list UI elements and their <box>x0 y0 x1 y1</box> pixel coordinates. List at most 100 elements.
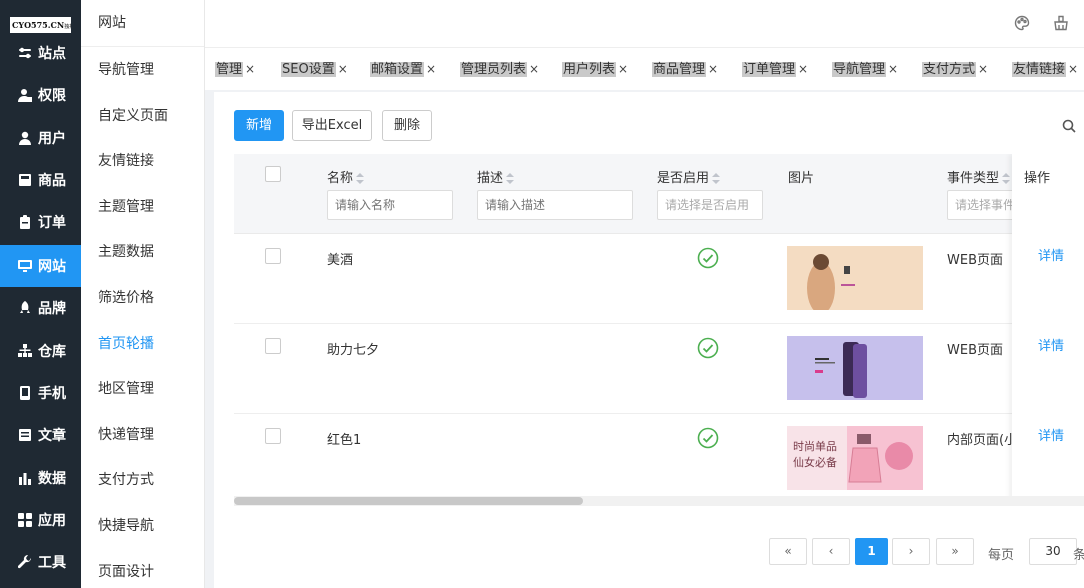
close-icon[interactable]: × <box>798 62 808 76</box>
select-all-checkbox[interactable] <box>265 166 281 182</box>
sidebar-item-user[interactable]: 用户 <box>0 117 81 159</box>
tab-seo[interactable]: SEO设置 × <box>281 60 348 78</box>
next-page-button[interactable]: › <box>892 538 930 565</box>
name-filter-input[interactable] <box>327 190 453 220</box>
tab-admins[interactable]: 管理员列表 × <box>460 60 539 78</box>
submenu-item-carousel[interactable]: 首页轮播 <box>81 322 204 366</box>
phone-banner-image[interactable] <box>787 336 923 400</box>
sidebar-item-order[interactable]: 订单 <box>0 201 81 243</box>
close-icon[interactable]: × <box>529 62 539 76</box>
topbar <box>205 0 1084 48</box>
row-checkbox[interactable] <box>265 248 281 264</box>
sort-icon[interactable] <box>712 172 721 185</box>
sidebar-item-label: 仓库 <box>38 344 66 360</box>
sidebar-item-goods[interactable]: 商品 <box>0 159 81 201</box>
wine-banner-image[interactable] <box>787 246 923 310</box>
page-1-button[interactable]: 1 <box>855 538 888 565</box>
tab-payment[interactable]: 支付方式 × <box>922 60 988 78</box>
logo-text: CYO575.CN <box>12 20 65 30</box>
sitemap-icon <box>18 344 32 358</box>
close-icon[interactable]: × <box>245 62 255 76</box>
logo[interactable]: CYO575.CN独推 <box>10 17 71 33</box>
clean-icon[interactable] <box>1053 15 1069 31</box>
tab-label: 导航管理 <box>832 62 887 77</box>
tab-goods[interactable]: 商品管理 × <box>652 60 718 78</box>
close-icon[interactable]: × <box>978 62 988 76</box>
delete-button[interactable]: 删除 <box>382 110 432 141</box>
last-page-button[interactable]: » <box>936 538 974 565</box>
horizontal-scrollbar[interactable] <box>234 496 1084 506</box>
sidebar-item-apps[interactable]: 应用 <box>0 499 81 541</box>
tab-links[interactable]: 友情链接 × <box>1012 60 1078 78</box>
palette-icon[interactable] <box>1014 15 1030 31</box>
sidebar-item-article[interactable]: 文章 <box>0 414 81 456</box>
check-circle-icon <box>697 247 719 269</box>
prev-page-button[interactable]: ‹ <box>812 538 850 565</box>
sort-icon[interactable] <box>1002 172 1011 185</box>
sidebar-item-tools[interactable]: 工具 <box>0 541 81 583</box>
submenu-item-quick-nav[interactable]: 快捷导航 <box>81 504 204 548</box>
tab-manage[interactable]: 管理 × <box>215 60 255 78</box>
sidebar-item-data[interactable]: 数据 <box>0 457 81 499</box>
add-button[interactable]: 新增 <box>234 110 284 141</box>
tab-email[interactable]: 邮箱设置 × <box>370 60 436 78</box>
close-icon[interactable]: × <box>888 62 898 76</box>
tab-orders[interactable]: 订单管理 × <box>742 60 808 78</box>
submenu-item-theme-data[interactable]: 主题数据 <box>81 230 204 274</box>
close-icon[interactable]: × <box>1068 62 1078 76</box>
tab-nav[interactable]: 导航管理 × <box>832 60 898 78</box>
column-header-event[interactable]: 事件类型 <box>947 167 1011 186</box>
monitor-icon <box>18 259 32 273</box>
submenu: 网站 导航管理 自定义页面 友情链接 主题管理 主题数据 筛选价格 首页轮播 地… <box>81 0 205 588</box>
column-header-image: 图片 <box>788 171 815 186</box>
sidebar-item-permission[interactable]: 权限 <box>0 74 81 116</box>
search-icon[interactable] <box>1062 119 1076 133</box>
per-page-select[interactable]: 30 <box>1029 538 1077 565</box>
column-header-desc[interactable]: 描述 <box>477 167 515 186</box>
tab-label: 管理员列表 <box>460 62 528 77</box>
sort-icon[interactable] <box>506 172 515 185</box>
close-icon[interactable]: × <box>338 62 348 76</box>
banner-text-line1: 时尚单品 <box>793 439 837 453</box>
row-checkbox[interactable] <box>265 428 281 444</box>
first-page-button[interactable]: « <box>769 538 807 565</box>
sidebar-item-site[interactable]: 站点 <box>0 32 81 74</box>
sidebar-item-phone[interactable]: 手机 <box>0 372 81 414</box>
submenu-item-region[interactable]: 地区管理 <box>81 367 204 411</box>
close-icon[interactable]: × <box>708 62 718 76</box>
apps-icon <box>18 513 32 527</box>
sort-icon[interactable] <box>356 172 365 185</box>
export-excel-button[interactable]: 导出Excel <box>292 110 372 141</box>
sidebar-item-warehouse[interactable]: 仓库 <box>0 330 81 372</box>
per-page-unit: 条 <box>1073 548 1084 563</box>
desc-filter-input[interactable] <box>477 190 633 220</box>
tab-label: 用户列表 <box>562 62 617 77</box>
submenu-item-custom-page[interactable]: 自定义页面 <box>81 94 204 138</box>
box-icon <box>18 173 32 187</box>
sidebar-item-brand[interactable]: 品牌 <box>0 287 81 329</box>
submenu-item-express[interactable]: 快递管理 <box>81 413 204 457</box>
column-header-enabled[interactable]: 是否启用 <box>657 167 721 186</box>
submenu-item-nav[interactable]: 导航管理 <box>81 48 204 92</box>
enabled-filter-select[interactable]: 请选择是否启用 <box>657 190 763 220</box>
detail-link[interactable]: 详情 <box>1038 335 1064 354</box>
row-event-type: 内部页面(小 <box>947 433 1018 448</box>
column-header-name[interactable]: 名称 <box>327 167 365 186</box>
tab-label: 支付方式 <box>922 62 977 77</box>
submenu-item-price-filter[interactable]: 筛选价格 <box>81 276 204 320</box>
table-row: 助力七夕 WEB页面 <box>234 324 1084 414</box>
detail-link[interactable]: 详情 <box>1038 245 1064 264</box>
detail-link[interactable]: 详情 <box>1038 425 1064 444</box>
submenu-item-links[interactable]: 友情链接 <box>81 139 204 183</box>
tab-users[interactable]: 用户列表 × <box>562 60 628 78</box>
perfume-banner-image[interactable]: 时尚单品 仙女必备 <box>787 426 923 490</box>
submenu-item-theme[interactable]: 主题管理 <box>81 185 204 229</box>
scrollbar-thumb[interactable] <box>234 497 583 505</box>
row-event-type: WEB页面 <box>947 253 1003 268</box>
close-icon[interactable]: × <box>618 62 628 76</box>
submenu-item-payment[interactable]: 支付方式 <box>81 458 204 502</box>
close-icon[interactable]: × <box>426 62 436 76</box>
sidebar-item-website[interactable]: 网站 <box>0 245 81 287</box>
row-checkbox[interactable] <box>265 338 281 354</box>
submenu-item-page-design[interactable]: 页面设计 <box>81 550 204 588</box>
